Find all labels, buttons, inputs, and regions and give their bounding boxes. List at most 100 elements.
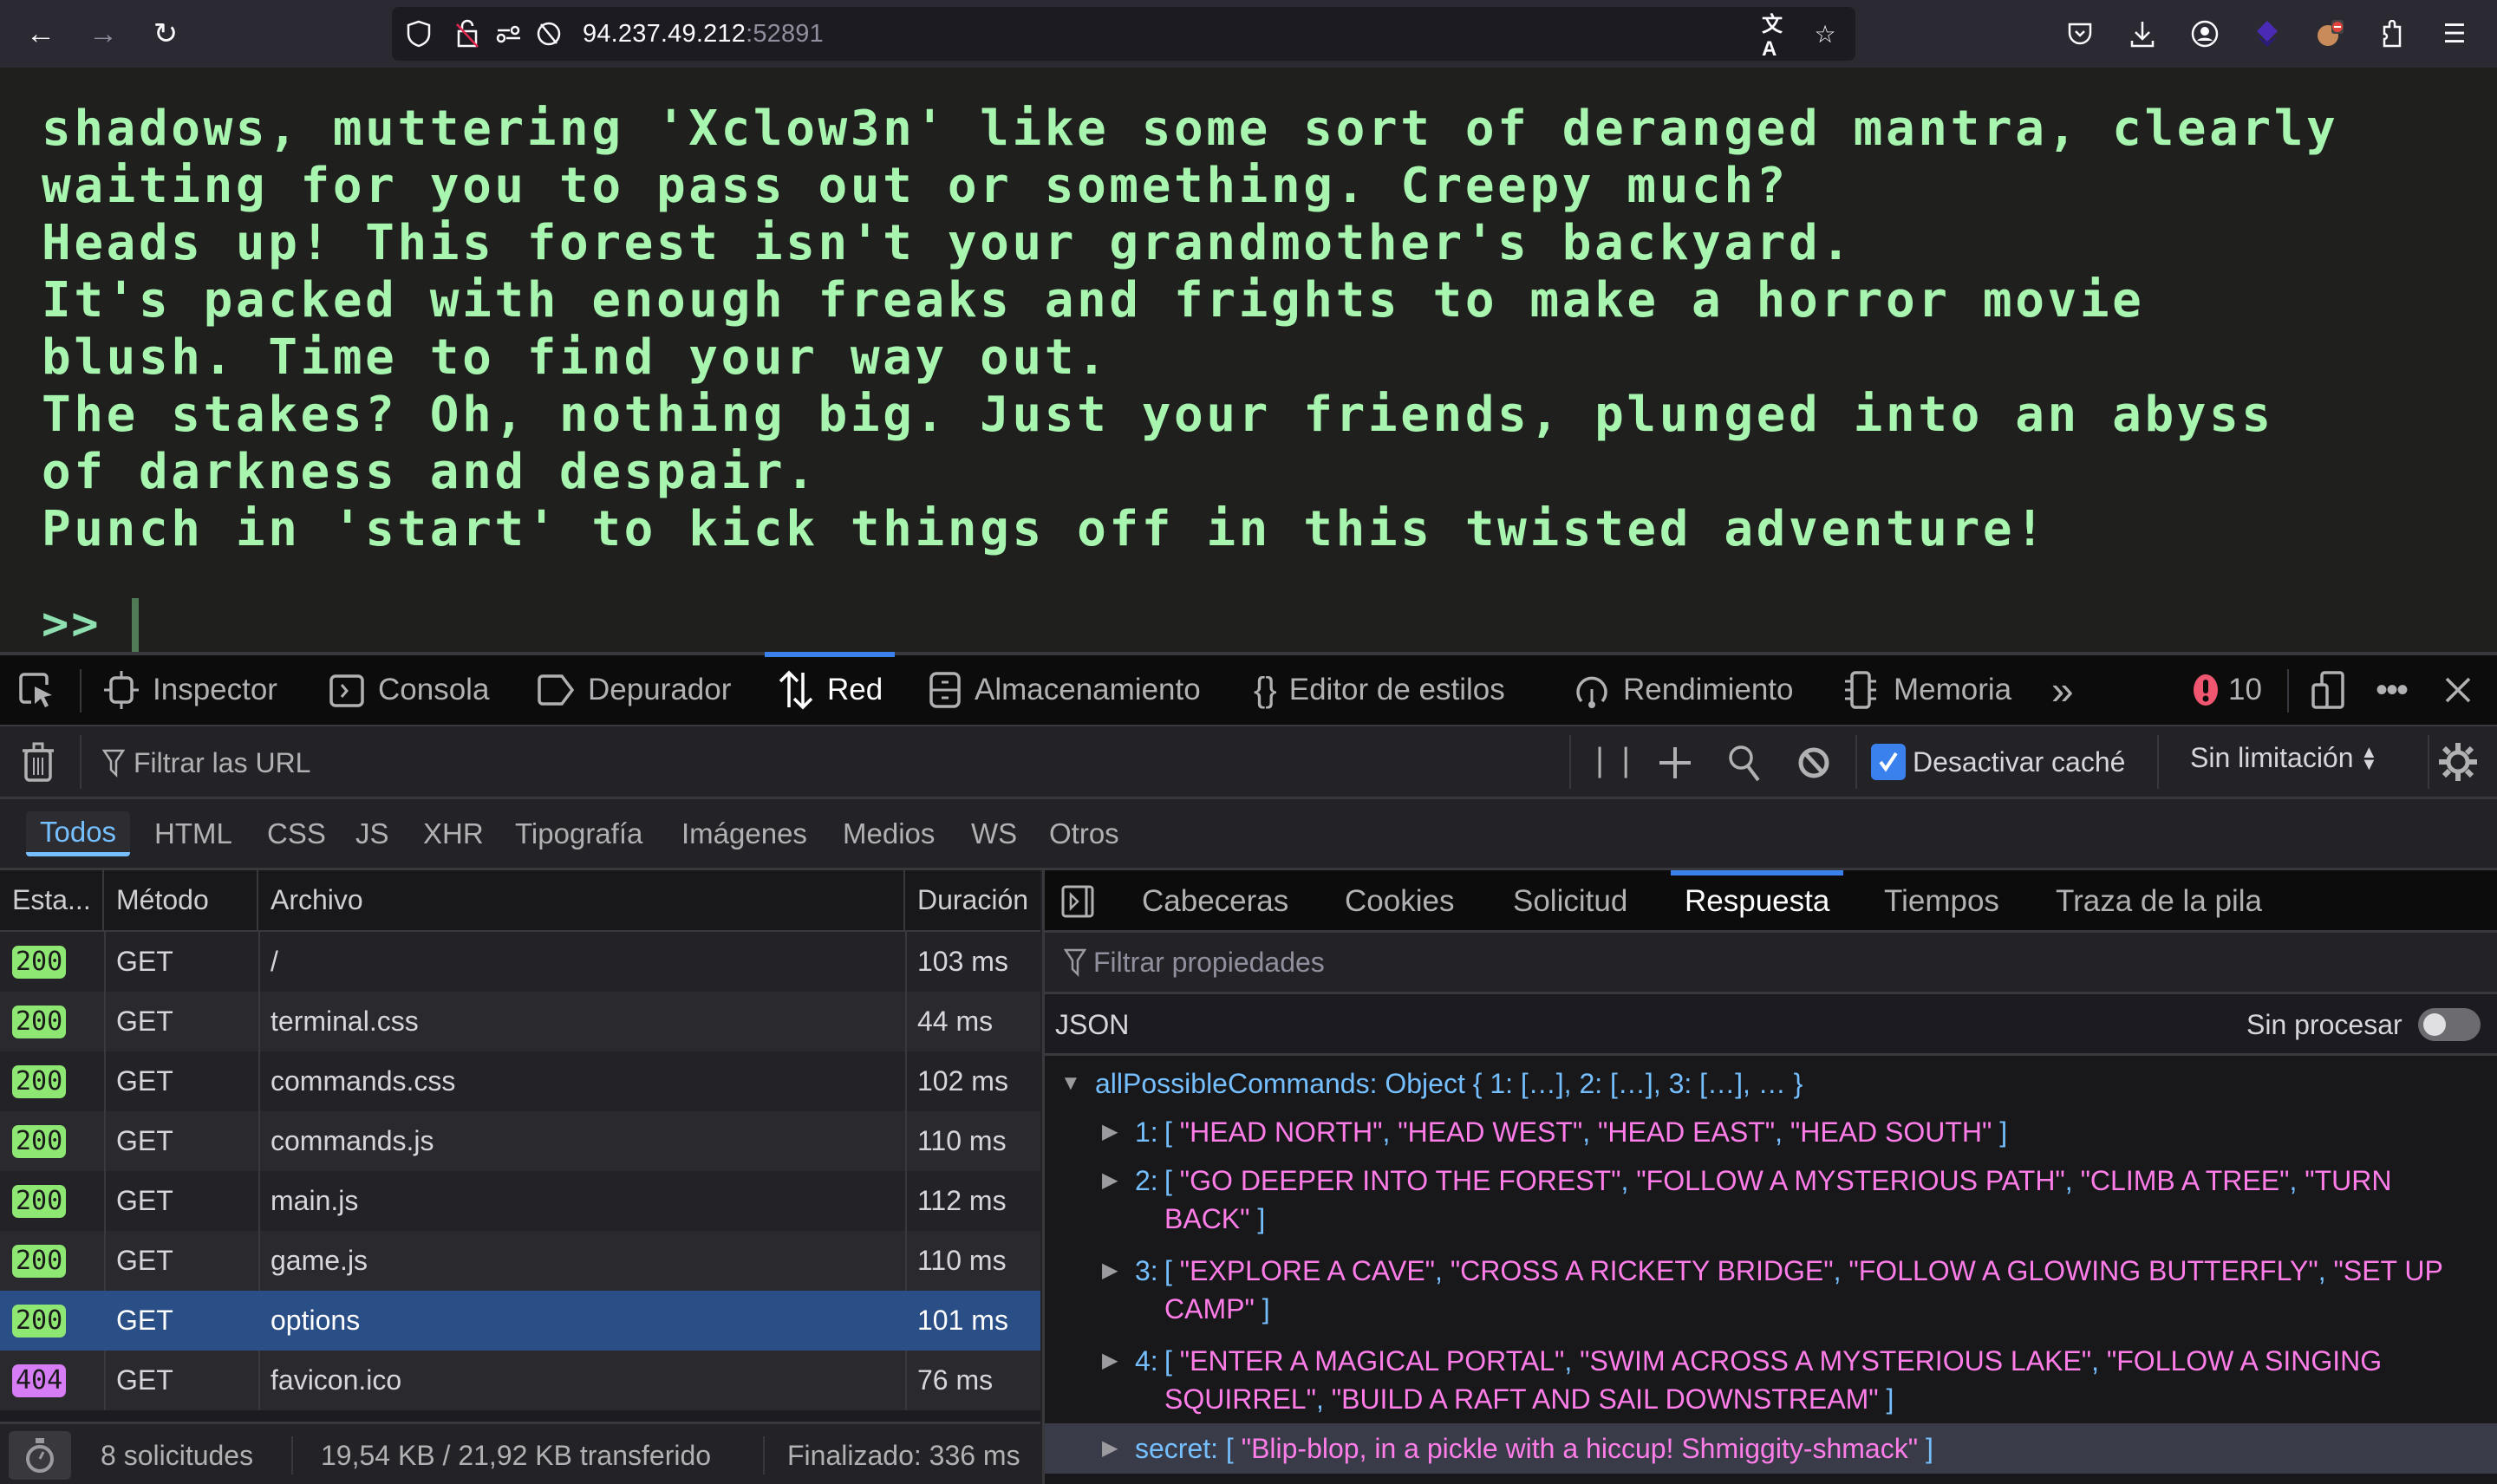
filter-fonts[interactable]: Tipografía (501, 811, 656, 856)
status-badge: 200 (12, 1184, 67, 1218)
search-icon (1729, 745, 1760, 782)
tab-inspector[interactable]: Inspector (102, 655, 277, 725)
duration-cell: 103 ms (917, 946, 1008, 977)
tab-timings[interactable]: Tiempos (1884, 870, 1999, 933)
bookmark-star-icon[interactable]: ☆ (1810, 19, 1840, 49)
tab-debugger-label: Depurador (588, 673, 732, 706)
tab-performance[interactable]: Rendimiento (1573, 655, 1794, 725)
terminal-input-cursor[interactable] (132, 598, 139, 652)
block-requests-button[interactable] (1796, 745, 1831, 784)
request-row[interactable]: 200 GET terminal.css 44 ms (0, 992, 1040, 1051)
autoplay-blocked-icon[interactable] (534, 19, 564, 49)
throttling-select[interactable]: Sin limitación ▲ ▼ (2190, 742, 2377, 774)
tab-style-editor[interactable]: {} Editor de estilos (1254, 655, 1505, 725)
clear-requests-button[interactable] (21, 742, 55, 788)
disable-cache-checkbox[interactable]: Desactivar caché (1871, 744, 2125, 780)
add-request-button[interactable] (1656, 744, 1694, 786)
tab-network[interactable]: Red (764, 652, 896, 725)
column-divider (104, 1051, 106, 1111)
duration-cell: 44 ms (917, 1006, 994, 1037)
devtools-tab-bar: Inspector Consola Depurador Red Almacena… (0, 652, 2497, 726)
network-settings-button[interactable] (2436, 740, 2480, 788)
raw-toggle-switch[interactable] (2418, 1008, 2481, 1041)
error-count-button[interactable]: 10 (2190, 655, 2262, 725)
search-button[interactable] (1727, 744, 1762, 786)
toggle-sidebar-button[interactable] (1060, 870, 1095, 933)
address-bar[interactable]: 94.237.49.212:52891 文A ☆ (392, 7, 1855, 61)
json-root-row[interactable]: ▼ allPossibleCommands: Object { 1: […], … (1045, 1064, 2497, 1103)
filter-other[interactable]: Otros (1035, 811, 1133, 856)
json-entry-row[interactable]: ▶ 1:[ "HEAD NORTH", "HEAD WEST", "HEAD EA… (1045, 1113, 2497, 1151)
permissions-icon[interactable] (494, 19, 524, 49)
tab-stack-trace[interactable]: Traza de la pila (2056, 870, 2262, 933)
performance-analysis-button[interactable] (9, 1424, 71, 1484)
column-header-status[interactable]: Esta... (0, 870, 104, 932)
json-secret-row[interactable]: ▶ secret: [ "Blip-blop, in a pickle with… (1045, 1423, 2497, 1474)
tab-debugger[interactable]: Depurador (536, 655, 731, 725)
translate-icon[interactable]: 文A (1762, 13, 1791, 61)
tab-headers[interactable]: Cabeceras (1142, 870, 1288, 933)
disable-cache-label: Desactivar caché (1913, 745, 2126, 778)
column-header-method[interactable]: Método (104, 870, 258, 932)
collapsed-triangle-icon: ▶ (1102, 1259, 1118, 1282)
filter-css[interactable]: CSS (253, 811, 340, 856)
forward-button[interactable]: → (81, 12, 125, 55)
url-filter-input[interactable]: Filtrar las URL (102, 726, 1559, 799)
filter-js[interactable]: JS (342, 811, 403, 856)
pause-recording-button[interactable]: ❘❘ (1587, 742, 1639, 778)
responsive-design-mode-button[interactable] (2310, 655, 2348, 725)
back-button[interactable]: ← (19, 12, 62, 55)
extensions-puzzle-icon[interactable] (2374, 16, 2410, 52)
request-row[interactable]: 404 GET favicon.ico 76 ms (0, 1351, 1040, 1410)
duration-cell: 110 ms (917, 1125, 1007, 1156)
file-cell: game.js (271, 1245, 368, 1276)
filter-html[interactable]: HTML (140, 811, 246, 856)
more-tabs-button[interactable]: » (2051, 655, 2074, 725)
request-row[interactable]: 200 GET commands.js 110 ms (0, 1111, 1040, 1171)
column-divider (104, 932, 106, 992)
reload-button[interactable]: ↻ (144, 12, 187, 55)
column-header-file[interactable]: Archivo (258, 870, 905, 932)
json-entry-row[interactable]: ▶ 2:[ "GO DEEPER INTO THE FOREST", "FOLLO… (1045, 1162, 2497, 1241)
filter-all[interactable]: Todos (26, 811, 131, 856)
tab-console[interactable]: Consola (328, 655, 489, 725)
app-menu-icon[interactable]: ☰ (2436, 16, 2473, 52)
url-port: :52891 (746, 20, 824, 48)
tab-storage[interactable]: Almacenamiento (928, 655, 1201, 725)
tracking-protection-shield-icon[interactable] (404, 19, 434, 49)
request-row[interactable]: 200 GET / 103 ms (0, 932, 1040, 992)
filter-xhr[interactable]: XHR (409, 811, 498, 856)
filter-properties-input[interactable]: Filtrar propiedades (1045, 933, 2497, 994)
request-type-filter-bar: Todos HTML CSS JS XHR Tipografía Imágene… (0, 799, 2497, 870)
purple-extension-icon[interactable] (2249, 16, 2285, 52)
pocket-icon[interactable] (2062, 16, 2098, 52)
network-arrows-icon (779, 670, 813, 710)
close-devtools-button[interactable] (2443, 655, 2473, 725)
column-header-duration[interactable]: Duración (905, 870, 1040, 932)
devtools-menu-button[interactable]: ••• (2376, 655, 2409, 725)
tab-inspector-label: Inspector (153, 673, 277, 706)
json-secret-value: "Blip-blop, in a pickle with a hiccup! S… (1241, 1433, 1919, 1464)
url-text[interactable]: 94.237.49.212:52891 (583, 19, 824, 49)
request-row[interactable]: 200 GET options 101 ms (0, 1291, 1040, 1351)
tab-cookies[interactable]: Cookies (1345, 870, 1454, 933)
filter-ws[interactable]: WS (957, 811, 1031, 856)
filter-media[interactable]: Medios (829, 811, 949, 856)
request-row[interactable]: 200 GET game.js 110 ms (0, 1231, 1040, 1291)
json-entry-row[interactable]: ▶ 4:[ "ENTER A MAGICAL PORTAL", "SWIM ACR… (1045, 1342, 2497, 1422)
collapsed-triangle-icon: ▶ (1102, 1168, 1118, 1192)
fox-extension-icon[interactable] (2311, 16, 2348, 52)
filter-images[interactable]: Imágenes (668, 811, 821, 856)
tab-memory[interactable]: Memoria (1840, 655, 2011, 725)
file-cell: / (271, 946, 278, 977)
request-row[interactable]: 200 GET main.js 112 ms (0, 1171, 1040, 1231)
element-picker-button[interactable] (17, 655, 55, 725)
downloads-icon[interactable] (2124, 16, 2161, 52)
request-row[interactable]: 200 GET commands.css 102 ms (0, 1051, 1040, 1111)
tab-response[interactable]: Respuesta (1670, 870, 1844, 933)
insecure-connection-lock-icon[interactable] (453, 19, 482, 49)
tab-request[interactable]: Solicitud (1513, 870, 1627, 933)
account-icon[interactable] (2187, 16, 2223, 52)
json-entry-row[interactable]: ▶ 3:[ "EXPLORE A CAVE", "CROSS A RICKETY … (1045, 1252, 2497, 1331)
column-divider (104, 1171, 106, 1231)
